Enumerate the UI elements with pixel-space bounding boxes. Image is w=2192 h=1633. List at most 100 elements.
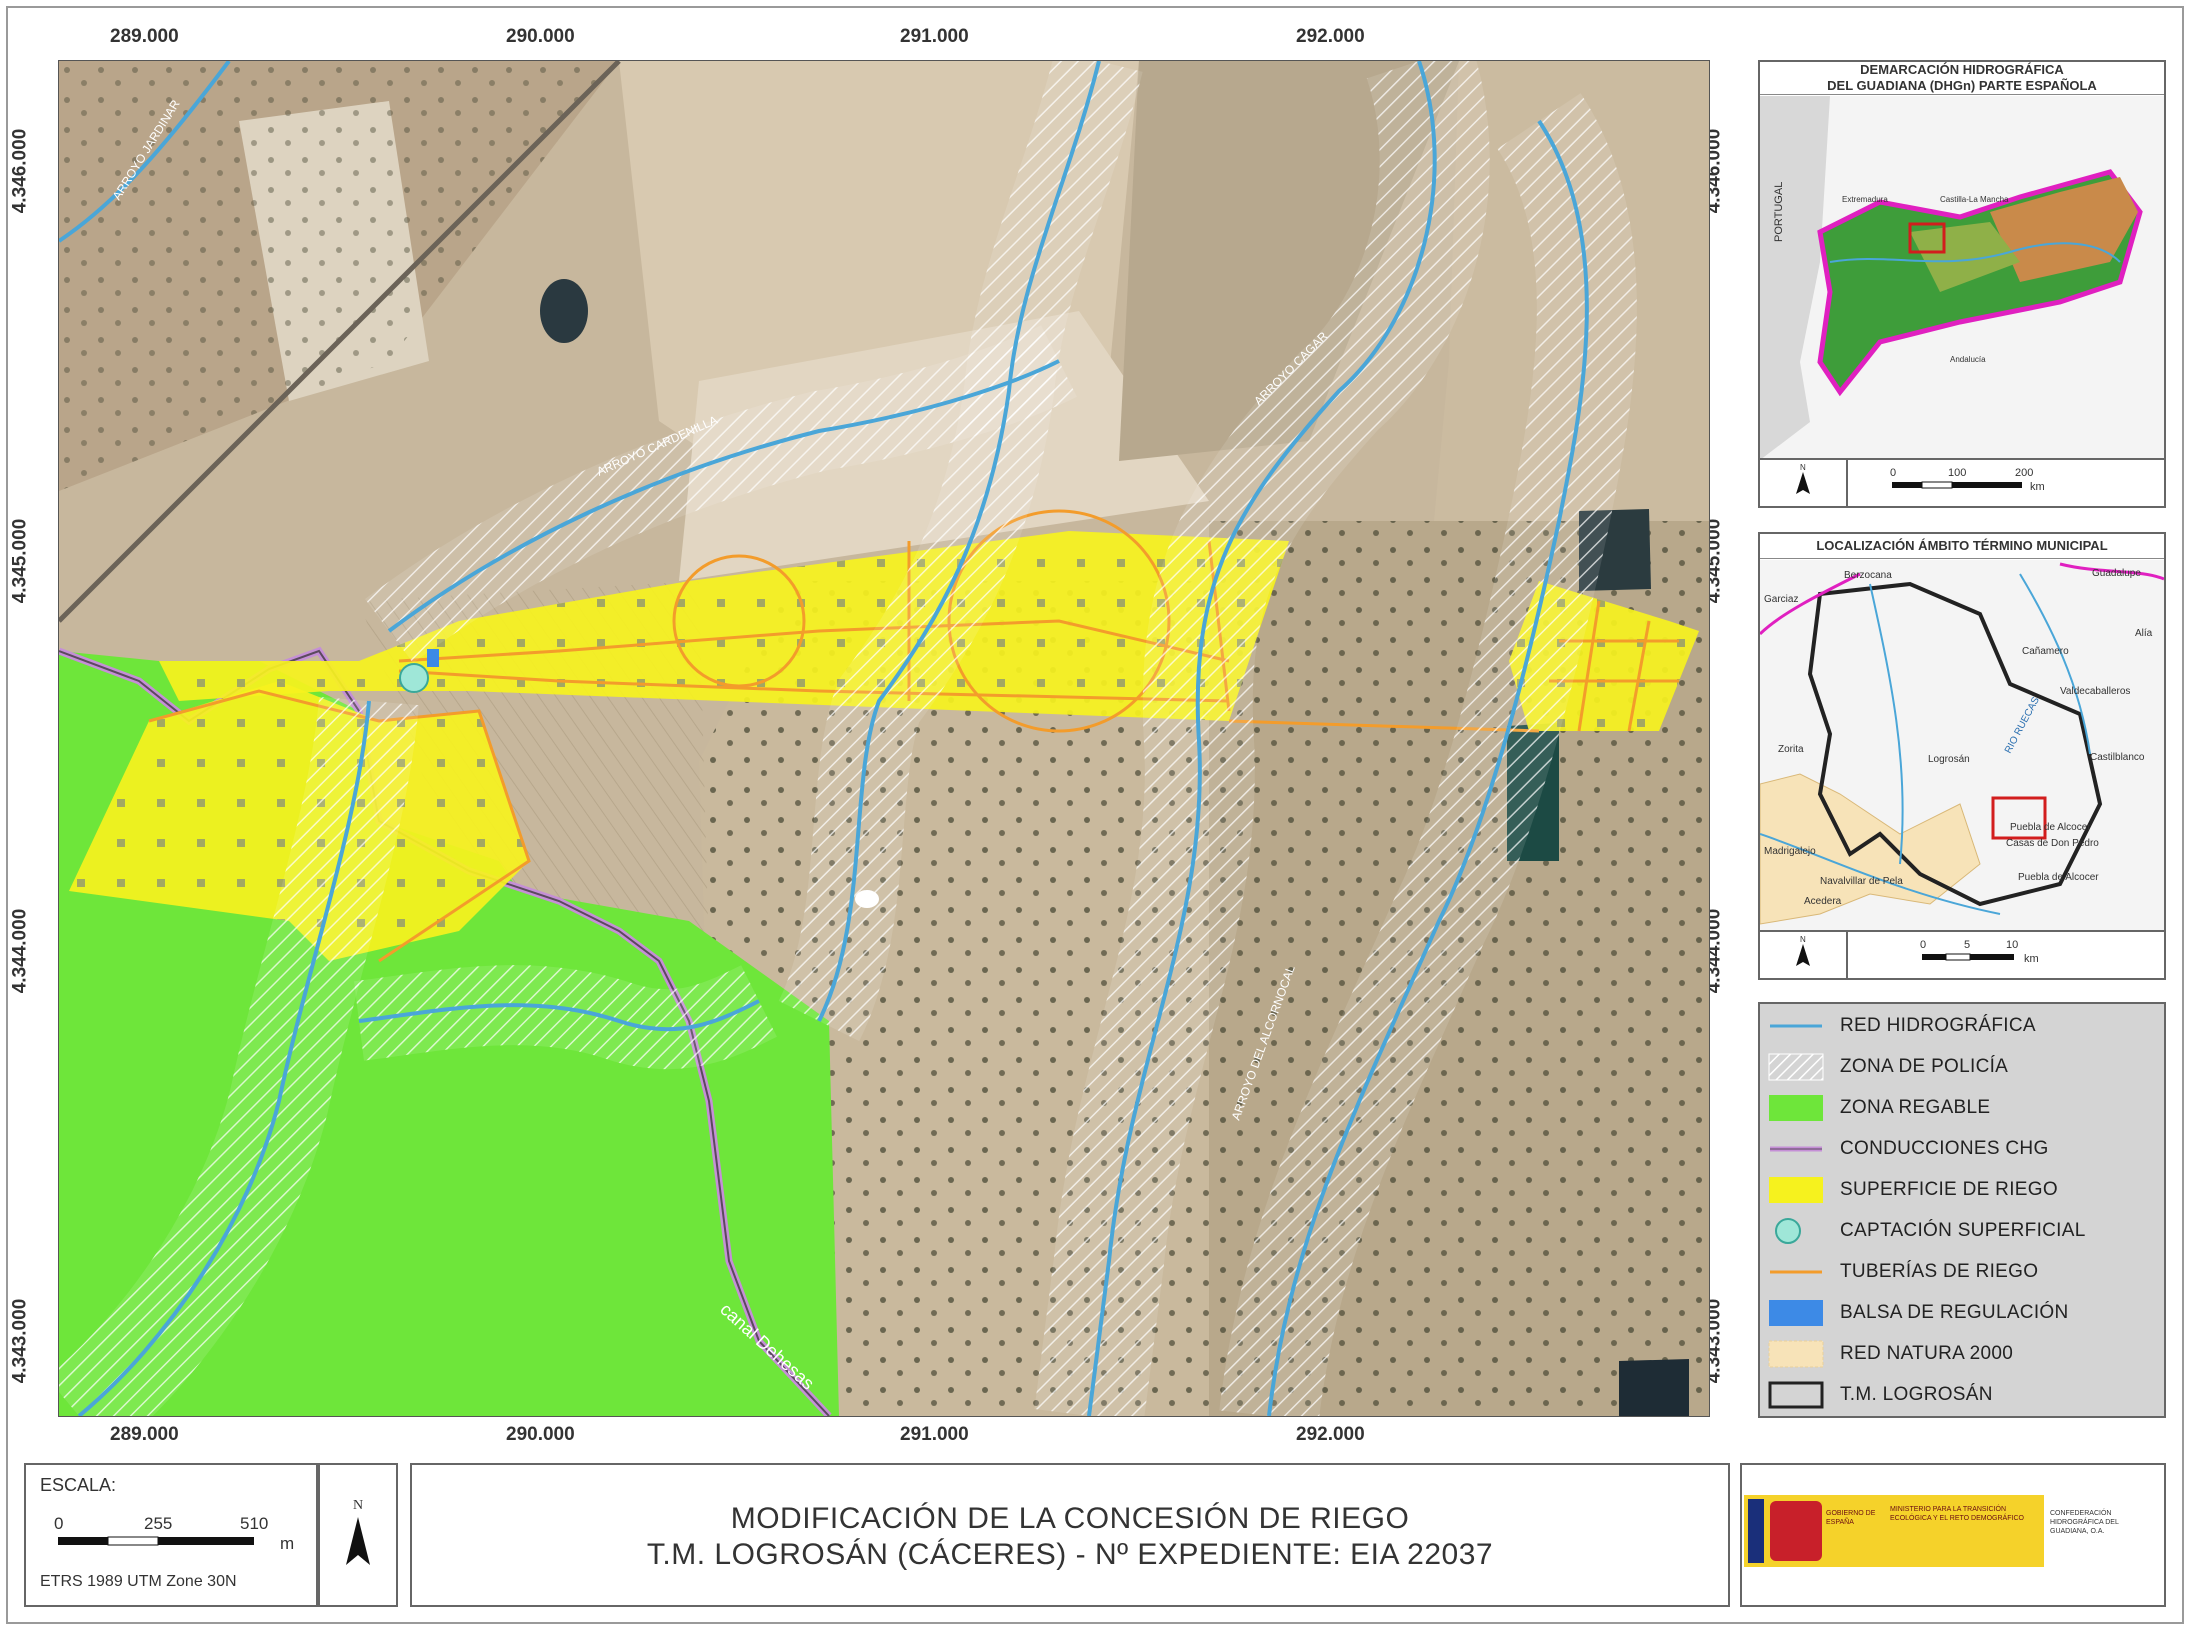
legend-fill-icon [1768,1176,1824,1204]
inset-regional-foot: N 0 100 200 km [1760,458,2164,506]
svg-text:Andalucía: Andalucía [1950,355,1986,364]
y-tick-left-1: 4.346.000 [9,128,31,214]
legend-line-icon [1768,1135,1824,1163]
svg-text:Logrosán: Logrosán [1928,754,1970,765]
legend-item-tuberias: TUBERÍAS DE RIEGO [1768,1256,2038,1288]
svg-text:Cañamero: Cañamero [2022,646,2069,657]
svg-text:Puebla de Alcocer: Puebla de Alcocer [2010,822,2091,833]
svg-text:0: 0 [54,1514,63,1533]
inset-local-foot: N 0 5 10 km [1760,930,2164,978]
legend-fill-icon [1768,1299,1824,1327]
inset-regional-title-1: DEMARCACIÓN HIDROGRÁFICA [1860,62,2064,77]
inset-regional-map: PORTUGAL Extremadura Castilla-La Mancha … [1760,96,2164,460]
legend-item-red-hidrografica: RED HIDROGRÁFICA [1768,1010,2036,1042]
svg-text:10: 10 [2006,939,2018,951]
svg-text:Alía: Alía [2135,628,2153,639]
title-line-1: MODIFICACIÓN DE LA CONCESIÓN DE RIEGO [730,1502,1410,1535]
legend-hatch-icon [1768,1053,1824,1081]
svg-text:Castilla-La Mancha: Castilla-La Mancha [1940,195,2009,204]
scale-title: ESCALA: [40,1475,117,1495]
scale-box: ESCALA: 0 255 510 m ETRS 1989 UTM Zone 3… [24,1463,318,1607]
legend-line-icon [1768,1012,1824,1040]
legend-fill-icon [1768,1094,1824,1122]
coat-of-arms-icon [1770,1501,1822,1561]
legend-item-conducciones: CONDUCCIONES CHG [1768,1133,2049,1165]
inset-regional-north: N [1760,460,1848,506]
svg-text:m: m [280,1534,294,1553]
x-tick-bottom-2: 290.000 [506,1424,575,1445]
crs-label: ETRS 1989 UTM Zone 30N [40,1573,237,1590]
svg-text:N: N [1800,935,1806,944]
confed-label: CONFEDERACIÓN HIDROGRÁFICA DEL GUADIANA,… [2050,1510,2119,1535]
north-arrow-icon: N [1796,935,1810,966]
legend-item-captacion: CAPTACIÓN SUPERFICIAL [1768,1215,2086,1247]
legend-item-tm-logrosan: T.M. LOGROSÁN [1768,1379,1993,1411]
pond-1 [540,279,588,343]
ministry-label: MINISTERIO PARA LA TRANSICIÓN ECOLÓGICA … [1890,1506,2024,1522]
scalebar: 0 255 510 m [54,1514,294,1553]
svg-text:km: km [2030,481,2045,493]
x-tick-top-1: 289.000 [110,26,179,47]
legend-line-icon [1768,1258,1824,1286]
svg-text:Madrigalejo: Madrigalejo [1764,846,1816,857]
x-tick-bottom-4: 292.000 [1296,1424,1365,1445]
logos-box: GOBIERNO DE ESPAÑA MINISTERIO PARA LA TR… [1740,1463,2166,1607]
svg-text:Acedera: Acedera [1804,896,1842,907]
title-box: MODIFICACIÓN DE LA CONCESIÓN DE RIEGO T.… [410,1463,1730,1607]
x-tick-bottom-3: 291.000 [900,1424,969,1445]
inset-regional-scalebar: 0 100 200 km [1890,467,2045,493]
svg-text:N: N [353,1498,363,1513]
main-map-canvas: ARROYO JARDINAR ARROYO CARDENILLA ARROYO… [59,61,1709,1416]
north-arrow-icon: N [1796,463,1810,494]
inset-regional-title-2: DEL GUADIANA (DHGn) PARTE ESPAÑOLA [1827,78,2097,93]
legend: RED HIDROGRÁFICA ZONA DE POLICÍA ZONA RE… [1758,1002,2166,1418]
x-tick-top-4: 292.000 [1296,26,1365,47]
svg-text:Casas de Don Pedro: Casas de Don Pedro [2006,838,2099,849]
balsa-regulacion [427,649,439,667]
svg-text:Puebla de Alcocer: Puebla de Alcocer [2018,872,2099,883]
gov-label: GOBIERNO DE ESPAÑA [1826,1510,1876,1526]
legend-circle-icon [1768,1217,1824,1245]
title-line-2: T.M. LOGROSÁN (CÁCERES) - Nº EXPEDIENTE:… [646,1538,1494,1571]
svg-text:255: 255 [144,1514,172,1533]
x-tick-top-3: 291.000 [900,26,969,47]
y-tick-left-2: 4.345.000 [9,518,31,604]
north-box: N [318,1463,398,1607]
gov-logo-banner: GOBIERNO DE ESPAÑA MINISTERIO PARA LA TR… [1744,1495,2152,1567]
svg-text:PORTUGAL: PORTUGAL [1773,182,1785,242]
svg-text:Castilblanco: Castilblanco [2090,752,2145,763]
svg-text:Navalvillar de Pela: Navalvillar de Pela [1820,876,1903,887]
svg-text:Garciaz: Garciaz [1764,594,1798,605]
svg-text:5: 5 [1964,939,1970,951]
legend-item-balsa: BALSA DE REGULACIÓN [1768,1297,2069,1329]
north-arrow-icon: N [346,1498,370,1565]
inset-local[interactable]: LOCALIZACIÓN ÁMBITO TÉRMINO MUNICIPAL Be… [1758,532,2166,980]
svg-text:Berzocana: Berzocana [1844,570,1892,581]
legend-fill-icon [1768,1340,1824,1368]
eu-flag-icon [1748,1499,1764,1563]
svg-text:200: 200 [2015,467,2033,479]
y-tick-left-3: 4.344.000 [9,908,31,994]
inset-local-north: N [1760,932,1848,978]
legend-item-zona-regable: ZONA REGABLE [1768,1092,1990,1124]
legend-item-zona-policia: ZONA DE POLICÍA [1768,1051,2008,1083]
y-tick-left-4: 4.343.000 [9,1298,31,1384]
inset-regional-title: DEMARCACIÓN HIDROGRÁFICA DEL GUADIANA (D… [1760,62,2164,95]
confed-logo: CONFEDERACIÓN HIDROGRÁFICA DEL GUADIANA,… [2044,1495,2152,1567]
x-tick-bottom-1: 289.000 [110,1424,179,1445]
legend-item-superficie-riego: SUPERFICIE DE RIEGO [1768,1174,2058,1206]
svg-text:N: N [1800,463,1806,472]
svg-text:100: 100 [1948,467,1966,479]
inset-local-map: Berzocana Guadalupe Garciaz Cañamero Alí… [1760,560,2164,932]
inset-local-title: LOCALIZACIÓN ÁMBITO TÉRMINO MUNICIPAL [1760,534,2164,559]
svg-text:Valdecaballeros: Valdecaballeros [2060,686,2130,697]
svg-text:Extremadura: Extremadura [1842,195,1888,204]
svg-text:km: km [2024,953,2039,965]
pond-4 [1619,1359,1689,1416]
main-map[interactable]: ARROYO JARDINAR ARROYO CARDENILLA ARROYO… [58,60,1710,1417]
legend-outline-icon [1768,1381,1824,1409]
x-tick-top-2: 290.000 [506,26,575,47]
captacion-superficial [399,663,429,693]
captacion-2 [855,890,879,908]
inset-regional[interactable]: DEMARCACIÓN HIDROGRÁFICA DEL GUADIANA (D… [1758,60,2166,508]
